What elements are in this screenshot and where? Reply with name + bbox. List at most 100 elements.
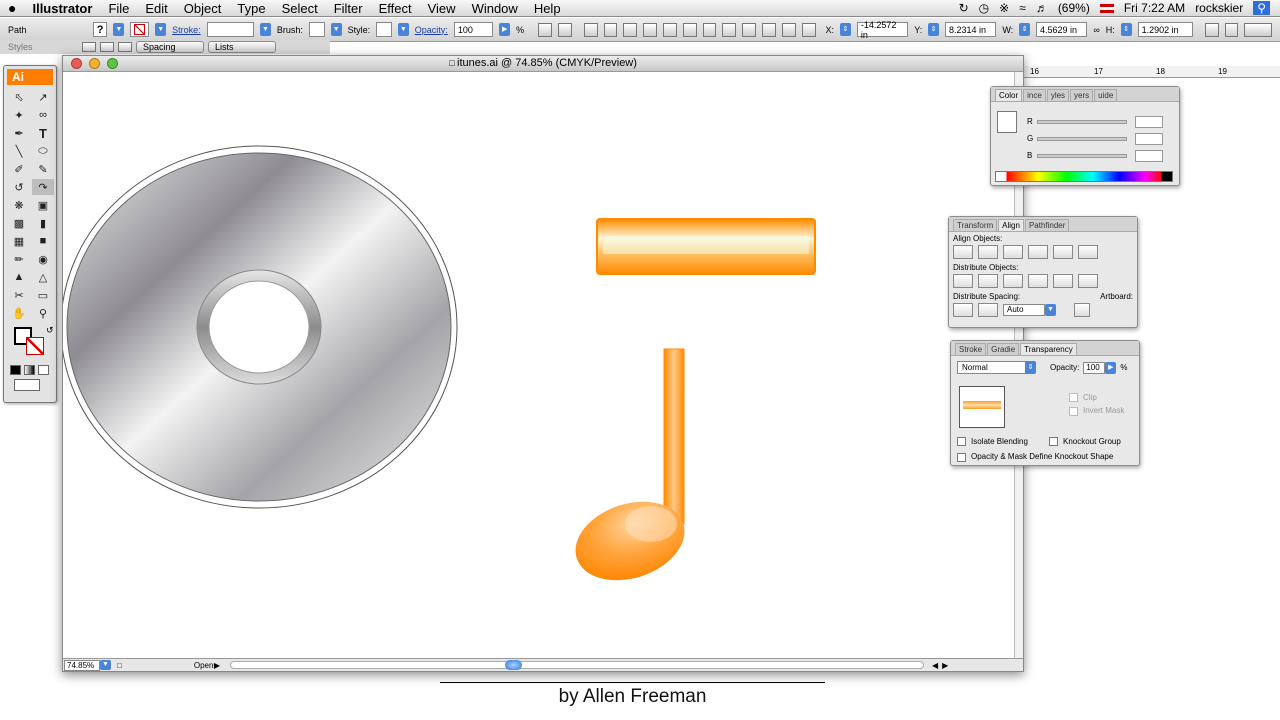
- channel-g-slider[interactable]: [1037, 136, 1127, 141]
- opacity-mask-knockout-checkbox[interactable]: [957, 452, 966, 462]
- tab-layers[interactable]: yers: [1070, 89, 1094, 101]
- align-bottom-icon[interactable]: [682, 22, 697, 37]
- gradient-mode-icon[interactable]: [24, 365, 35, 375]
- isolate-icon[interactable]: [1224, 22, 1239, 37]
- eyedropper-tool-icon[interactable]: ✏: [8, 251, 30, 267]
- stroke-swatch[interactable]: [130, 22, 150, 37]
- blend-mode-dropdown-icon[interactable]: ⇕: [1025, 361, 1036, 374]
- ellipse-tool-icon[interactable]: ⬭: [32, 143, 54, 159]
- stroke-weight-dropdown-icon[interactable]: ▼: [260, 23, 271, 36]
- invert-mask-checkbox[interactable]: [1069, 406, 1078, 416]
- tab-guide[interactable]: uide: [1094, 89, 1118, 101]
- menu-type[interactable]: Type: [229, 1, 273, 16]
- opacity-field[interactable]: 100: [453, 22, 494, 37]
- music-note[interactable]: [565, 348, 694, 593]
- y-field[interactable]: 8.2314 in: [945, 22, 997, 37]
- apple-icon[interactable]: ●: [0, 0, 24, 16]
- screen-mode-icon[interactable]: [14, 379, 40, 391]
- spacing-dropdown[interactable]: Spacing: [136, 41, 204, 53]
- dist-v-top-icon[interactable]: [953, 274, 973, 288]
- lasso-tool-icon[interactable]: ∞: [32, 107, 54, 123]
- dist-h-left-icon[interactable]: [1028, 274, 1048, 288]
- rotate-tool-icon[interactable]: ↺: [8, 179, 30, 195]
- align-v-center-icon[interactable]: [1053, 245, 1073, 259]
- free-transform-tool-icon[interactable]: ▣: [32, 197, 54, 213]
- dist-space-h-icon[interactable]: [978, 303, 998, 317]
- fill-stroke-control[interactable]: ↺: [10, 325, 54, 361]
- recolor-icon[interactable]: [557, 22, 572, 37]
- distribute-right-icon[interactable]: [801, 22, 816, 37]
- orange-bar[interactable]: [596, 218, 816, 275]
- scroll-thumb[interactable]: [505, 660, 522, 670]
- eraser-tool-icon[interactable]: ▭: [32, 287, 54, 303]
- tab-color[interactable]: Color: [995, 89, 1023, 101]
- isolate-blending-checkbox[interactable]: [957, 437, 966, 447]
- zoom-dropdown-icon[interactable]: ▼: [100, 660, 111, 670]
- zoom-button[interactable]: [107, 58, 118, 69]
- tab-appearance[interactable]: ince: [1023, 89, 1046, 101]
- scale-tool-icon[interactable]: ↷: [32, 179, 54, 195]
- channel-g-field[interactable]: [1135, 132, 1163, 145]
- horizontal-scrollbar[interactable]: [230, 660, 924, 670]
- stroke-label[interactable]: Stroke:: [172, 25, 201, 35]
- lists-dropdown[interactable]: Lists: [208, 41, 276, 53]
- tab-styles[interactable]: yles: [1046, 89, 1070, 101]
- dist-v-center-icon[interactable]: [978, 274, 998, 288]
- stroke-weight-field[interactable]: [206, 22, 255, 37]
- link-icon[interactable]: ∞: [1093, 25, 1099, 35]
- swap-icon[interactable]: ↺: [46, 325, 54, 336]
- tab-pathfinder[interactable]: Pathfinder: [1024, 219, 1070, 231]
- menu-app[interactable]: Illustrator: [24, 1, 100, 16]
- pen-tool-icon[interactable]: ✒: [8, 125, 30, 141]
- menu-object[interactable]: Object: [176, 1, 230, 16]
- opacity-label[interactable]: Opacity:: [415, 25, 448, 35]
- tab-stroke[interactable]: Stroke: [955, 343, 987, 355]
- cd-disc[interactable]: [63, 145, 458, 509]
- dist-v-bottom-icon[interactable]: [1003, 274, 1023, 288]
- paintbrush-tool-icon[interactable]: ✐: [8, 161, 30, 177]
- channel-r-slider[interactable]: [1037, 119, 1127, 124]
- scroll-left-icon[interactable]: ◀: [932, 661, 938, 670]
- menu-help[interactable]: Help: [526, 1, 569, 16]
- time-machine-icon[interactable]: ◷: [979, 1, 989, 15]
- spacing-value-field[interactable]: Auto: [1003, 304, 1045, 316]
- align-h-right-icon[interactable]: [1003, 245, 1023, 259]
- distribute-center-icon[interactable]: [781, 22, 796, 37]
- zoom-tool-icon[interactable]: ⚲: [32, 305, 54, 321]
- color-fill-stroke-icon[interactable]: [997, 111, 1017, 133]
- x-stepper-icon[interactable]: ⇕: [840, 23, 851, 36]
- zoom-field[interactable]: 74.85%: [64, 659, 100, 671]
- minimize-button[interactable]: [89, 58, 100, 69]
- menu-file[interactable]: File: [100, 1, 137, 16]
- menu-select[interactable]: Select: [274, 1, 326, 16]
- brush-field[interactable]: [308, 22, 325, 37]
- align-middle-icon[interactable]: [663, 22, 677, 37]
- thumbnail[interactable]: [959, 386, 1005, 428]
- align-to-artboard-icon[interactable]: [1074, 303, 1090, 317]
- bluetooth-icon[interactable]: ※: [999, 1, 1009, 15]
- transparency-opacity-dropdown-icon[interactable]: ▶: [1105, 361, 1117, 374]
- menu-effect[interactable]: Effect: [371, 1, 420, 16]
- direct-selection-tool-icon[interactable]: ↗: [32, 89, 54, 105]
- spacing-dropdown-icon[interactable]: ▼: [1045, 304, 1056, 316]
- menu-filter[interactable]: Filter: [326, 1, 371, 16]
- brush-dropdown-icon[interactable]: ▼: [330, 23, 342, 36]
- x-field[interactable]: -14.2572 in: [856, 20, 909, 40]
- align-v-top-icon[interactable]: [1028, 245, 1048, 259]
- color-spectrum-bar[interactable]: [995, 171, 1173, 182]
- blend-mode-select[interactable]: Normal: [957, 361, 1029, 374]
- y-stepper-icon[interactable]: ⇕: [928, 23, 940, 36]
- clip-checkbox[interactable]: [1069, 393, 1078, 403]
- user-name[interactable]: rockskier: [1195, 1, 1243, 15]
- h-field[interactable]: 1.2902 in: [1137, 22, 1193, 37]
- style-field[interactable]: [376, 22, 392, 37]
- gradient-tool-icon[interactable]: ■: [32, 233, 54, 249]
- color-mode-icon[interactable]: [10, 365, 21, 375]
- line-tool-icon[interactable]: ╲: [8, 143, 30, 159]
- align-left-icon[interactable]: [583, 22, 598, 37]
- distribute-bottom-icon[interactable]: [742, 22, 757, 37]
- h-stepper-icon[interactable]: ⇕: [1120, 23, 1132, 36]
- status-arrow-icon[interactable]: ▶: [214, 661, 220, 670]
- align-h-center-icon[interactable]: [978, 245, 998, 259]
- menu-window[interactable]: Window: [464, 1, 526, 16]
